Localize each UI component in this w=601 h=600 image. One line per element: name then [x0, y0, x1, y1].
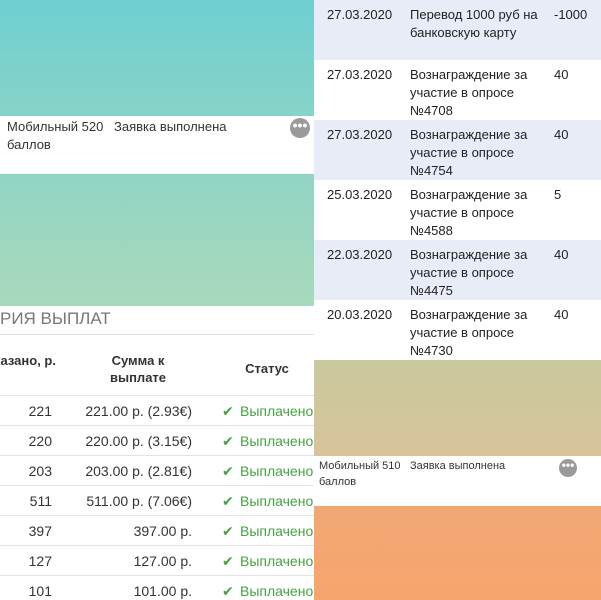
payout-sum: 127.00 р.	[133, 553, 192, 569]
transaction-row: 20.03.2020 Вознаграждение за участие в оп…	[314, 300, 601, 360]
transaction-amount: 40	[554, 67, 569, 82]
payout-sum: 220.00 р. (3.15€)	[85, 433, 192, 449]
table-row: 220 220.00 р. (3.15€) ✔ Выплачено	[0, 425, 314, 456]
transaction-date: 27.03.2020	[327, 67, 393, 82]
ordered-amount: 220	[28, 433, 52, 449]
order-card-520: Мобильный 520 баллов Заявка выполнена ••…	[0, 116, 314, 174]
more-options-icon[interactable]: •••	[559, 459, 577, 477]
status-text: Выплачено	[240, 403, 314, 419]
ordered-amount: 127	[28, 553, 52, 569]
transaction-amount: 40	[554, 247, 569, 262]
transaction-date: 27.03.2020	[327, 7, 393, 22]
ordered-amount: 221	[28, 403, 52, 419]
transaction-amount: 5	[554, 187, 562, 202]
transaction-amount: 40	[554, 127, 569, 142]
transaction-date: 25.03.2020	[327, 187, 393, 202]
table-row: 203 203.00 р. (2.81€) ✔ Выплачено	[0, 455, 314, 486]
order-card-510: Мобильный 510 баллов Заявка выполнена ••…	[314, 456, 601, 506]
transaction-description: Вознаграждение за участие в опросе №4754	[410, 127, 528, 178]
transaction-amount: 40	[554, 307, 569, 322]
transaction-amount: -1000	[554, 7, 588, 22]
orange-banner-image	[314, 506, 601, 600]
status-badge: ✔ Выплачено	[222, 576, 314, 600]
status-text: Выплачено	[240, 523, 314, 539]
payout-history: РИЯ ВЫПЛАТ казано, р. Сумма к выплате Ст…	[0, 306, 314, 600]
order-item-name: Мобильный 520 баллов	[7, 119, 104, 152]
check-icon: ✔	[222, 403, 234, 419]
payout-sum: 221.00 р. (2.93€)	[85, 403, 192, 419]
transaction-date: 20.03.2020	[327, 307, 393, 322]
order-item-name: Мобильный 510 баллов	[319, 460, 401, 488]
transaction-row: 22.03.2020 Вознаграждение за участие в оп…	[314, 240, 601, 300]
transaction-row: 27.03.2020 Перевод 1000 руб на банковскую…	[314, 0, 601, 60]
ordered-amount: 101	[28, 583, 52, 599]
status-text: Выплачено	[240, 493, 314, 509]
status-text: Выплачено	[240, 433, 314, 449]
transaction-description: Вознаграждение за участие в опросе №4475	[410, 247, 528, 298]
status-badge: ✔ Выплачено	[222, 456, 314, 486]
table-row: 397 397.00 р. ✔ Выплачено	[0, 515, 314, 546]
check-icon: ✔	[222, 463, 234, 479]
check-icon: ✔	[222, 553, 234, 569]
transaction-description: Вознаграждение за участие в опросе №4708	[410, 67, 528, 118]
column-header-status: Статус	[245, 361, 289, 376]
order-status: Заявка выполнена	[114, 119, 227, 134]
table-row: 101 101.00 р. ✔ Выплачено	[0, 575, 314, 600]
transaction-row: 25.03.2020 Вознаграждение за участие в оп…	[314, 180, 601, 240]
table-row: 511 511.00 р. (7.06€) ✔ Выплачено	[0, 485, 314, 516]
olive-banner-image	[314, 360, 601, 456]
status-badge: ✔ Выплачено	[222, 426, 314, 456]
status-text: Выплачено	[240, 583, 314, 599]
divider	[0, 334, 314, 335]
payout-sum: 511.00 р. (7.06€)	[86, 493, 192, 509]
teal-banner-image	[0, 0, 314, 116]
table-row: 221 221.00 р. (2.93€) ✔ Выплачено	[0, 395, 314, 426]
payout-sum: 397.00 р.	[133, 523, 192, 539]
status-badge: ✔ Выплачено	[222, 486, 314, 516]
ordered-amount: 397	[28, 523, 52, 539]
status-badge: ✔ Выплачено	[222, 546, 314, 576]
transaction-description: Вознаграждение за участие в опросе №4730	[410, 307, 528, 358]
column-header-ordered: казано, р.	[0, 353, 56, 368]
check-icon: ✔	[222, 523, 234, 539]
transaction-row: 27.03.2020 Вознаграждение за участие в оп…	[314, 120, 601, 180]
transaction-row: 27.03.2020 Вознаграждение за участие в оп…	[314, 60, 601, 120]
transaction-description: Перевод 1000 руб на банковскую карту	[410, 7, 538, 40]
check-icon: ✔	[222, 493, 234, 509]
more-options-icon[interactable]: •••	[290, 118, 310, 138]
mint-banner-image	[0, 174, 314, 306]
check-icon: ✔	[222, 583, 234, 599]
transaction-date: 22.03.2020	[327, 247, 393, 262]
check-icon: ✔	[222, 433, 234, 449]
status-text: Выплачено	[240, 553, 314, 569]
payout-history-title: РИЯ ВЫПЛАТ	[0, 309, 111, 328]
status-text: Выплачено	[240, 463, 314, 479]
column-header-sum: Сумма к выплате	[109, 353, 167, 385]
transaction-date: 27.03.2020	[327, 127, 393, 142]
ordered-amount: 511	[29, 493, 52, 509]
transaction-description: Вознаграждение за участие в опросе №4588	[410, 187, 528, 238]
status-badge: ✔ Выплачено	[222, 516, 314, 546]
transaction-list: 27.03.2020 Перевод 1000 руб на банковскую…	[314, 0, 601, 360]
order-status: Заявка выполнена	[410, 460, 506, 472]
table-row: 127 127.00 р. ✔ Выплачено	[0, 545, 314, 576]
status-badge: ✔ Выплачено	[222, 396, 314, 426]
ordered-amount: 203	[28, 463, 52, 479]
payout-sum: 203.00 р. (2.81€)	[85, 463, 192, 479]
payout-sum: 101.00 р.	[133, 583, 192, 599]
